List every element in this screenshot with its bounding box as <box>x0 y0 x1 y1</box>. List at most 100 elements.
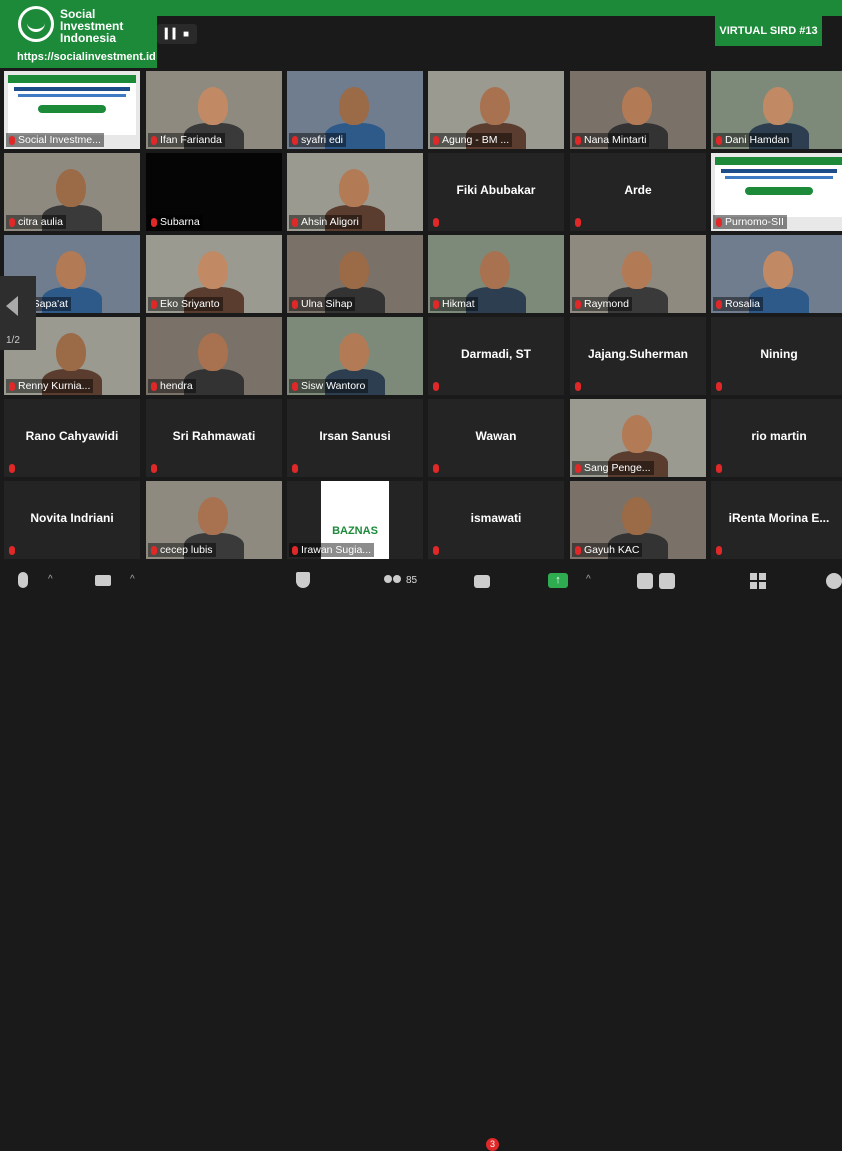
participant-tile[interactable]: Darmadi, ST <box>428 317 564 395</box>
chat-icon[interactable] <box>474 575 490 588</box>
participant-tile[interactable]: cecep lubis <box>146 481 282 559</box>
participant-name-label: Purnomo-SII <box>713 215 787 229</box>
participant-tile[interactable]: Rano Cahyawidi <box>4 399 140 477</box>
participant-video-face <box>480 251 510 289</box>
participant-tile[interactable]: Sri Rahmawati <box>146 399 282 477</box>
stop-icon[interactable] <box>659 573 675 589</box>
participant-name-label: Ifan Farianda <box>148 133 225 147</box>
participant-name-label: Subarna <box>148 215 203 229</box>
participant-name-label: hendra <box>148 379 196 393</box>
participant-tile[interactable]: Gayuh KAC <box>570 481 706 559</box>
participant-video-face <box>198 87 228 125</box>
microphone-icon[interactable] <box>18 572 28 588</box>
video-options-caret-icon[interactable]: ^ <box>130 574 135 585</box>
page-left-button[interactable]: 1/2 <box>0 276 36 350</box>
muted-mic-icon <box>433 546 439 555</box>
muted-mic-icon <box>716 382 722 391</box>
participant-tile[interactable]: Novita Indriani <box>4 481 140 559</box>
participants-icon[interactable] <box>384 575 402 587</box>
participant-tile[interactable]: Arde <box>570 153 706 231</box>
participant-name: Jajang.Suherman <box>587 347 689 361</box>
muted-mic-icon <box>575 382 581 391</box>
brand-logo-icon <box>18 6 54 42</box>
participant-tile[interactable]: Ulna Sihap <box>287 235 423 313</box>
participant-video-face <box>339 87 369 125</box>
audio-options-caret-icon[interactable]: ^ <box>48 574 53 585</box>
participant-tile[interactable]: Subarna <box>146 153 282 231</box>
participant-name-label: Raymond <box>572 297 632 311</box>
participant-video-face <box>622 415 652 453</box>
gallery-view-icon[interactable] <box>750 573 766 589</box>
participant-tile[interactable]: Ahsin Aligori <box>287 153 423 231</box>
participant-name-label: Sang Penge... <box>572 461 654 475</box>
participant-tile[interactable]: Nana Mintarti <box>570 71 706 149</box>
participant-name: Fiki Abubakar <box>456 183 536 197</box>
participant-video-face <box>763 87 793 125</box>
participant-tile[interactable]: BAZNAS Irawan Sugia... <box>287 481 423 559</box>
participant-name-label: Ulna Sihap <box>289 297 356 311</box>
participant-tile[interactable]: ismawati <box>428 481 564 559</box>
participant-tile[interactable]: Jajang.Suherman <box>570 317 706 395</box>
recording-controls[interactable] <box>637 573 679 589</box>
participant-tile[interactable]: Hikmat <box>428 235 564 313</box>
participant-video-face <box>339 251 369 289</box>
participant-name-label: Nana Mintarti <box>572 133 650 147</box>
participant-tile[interactable]: Raymond <box>570 235 706 313</box>
participant-name: Wawan <box>475 429 517 443</box>
participant-name-label: cecep lubis <box>148 543 216 557</box>
participant-tile[interactable]: Irsan Sanusi <box>287 399 423 477</box>
page-indicator: 1/2 <box>6 335 20 346</box>
chevron-left-icon <box>6 296 18 316</box>
participant-tile[interactable]: syafri edi <box>287 71 423 149</box>
participant-name-label: Rosalia <box>713 297 764 311</box>
participant-tile[interactable]: citra aulia <box>4 153 140 231</box>
participant-video-face <box>198 497 228 535</box>
participant-tile[interactable]: Eko Sriyanto <box>146 235 282 313</box>
participant-tile[interactable]: Dani Hamdan <box>711 71 842 149</box>
event-badge: VIRTUAL SIRD #13 <box>715 16 822 46</box>
participant-tile[interactable]: rio martin <box>711 399 842 477</box>
participant-name: ismawati <box>470 511 522 525</box>
participant-video-face <box>56 251 86 289</box>
share-options-caret-icon[interactable]: ^ <box>586 574 591 585</box>
muted-mic-icon <box>716 464 722 473</box>
pause-icon[interactable] <box>637 573 653 589</box>
participant-video-face <box>339 169 369 207</box>
participant-tile[interactable]: Social Investme... <box>4 71 140 149</box>
participant-video-face <box>339 333 369 371</box>
participant-video-face <box>198 333 228 371</box>
participant-video-face <box>622 497 652 535</box>
participant-tile[interactable]: Sang Penge... <box>570 399 706 477</box>
participant-name-label: Agung - BM ... <box>430 133 513 147</box>
brand-name: Social Investment Indonesia <box>60 7 124 45</box>
security-shield-icon[interactable] <box>296 572 310 588</box>
video-camera-icon[interactable] <box>95 575 111 586</box>
participant-name: rio martin <box>751 429 807 443</box>
share-screen-icon[interactable]: ↑ <box>548 573 568 588</box>
participant-tile[interactable]: Sisw Wantoro <box>287 317 423 395</box>
participant-tile[interactable]: iRenta Morina E... <box>711 481 842 559</box>
muted-mic-icon <box>9 546 15 555</box>
muted-mic-icon <box>9 464 15 473</box>
muted-mic-icon <box>716 546 722 555</box>
muted-mic-icon <box>292 464 298 473</box>
participant-tile[interactable]: Fiki Abubakar <box>428 153 564 231</box>
participant-video-face <box>198 251 228 289</box>
participant-name-label: Hikmat <box>430 297 478 311</box>
participant-name-label: syafri edi <box>289 133 347 147</box>
participant-name-label: citra aulia <box>6 215 66 229</box>
participant-tile[interactable]: Rosalia <box>711 235 842 313</box>
participant-name: Darmadi, ST <box>460 347 532 361</box>
participant-gallery: Social Investme... Ifan Farianda syafri ed… <box>4 71 842 561</box>
participant-tile[interactable]: Nining <box>711 317 842 395</box>
participant-tile[interactable]: Ifan Farianda <box>146 71 282 149</box>
participant-tile[interactable]: hendra <box>146 317 282 395</box>
view-controls[interactable]: ▍▍ ■ <box>157 24 197 44</box>
participant-tile[interactable]: Wawan <box>428 399 564 477</box>
reactions-icon[interactable] <box>826 573 842 589</box>
participant-tile[interactable]: Agung - BM ... <box>428 71 564 149</box>
participant-tile[interactable]: Purnomo-SII <box>711 153 842 231</box>
muted-mic-icon <box>433 464 439 473</box>
participant-name: Nining <box>760 347 798 361</box>
shared-slide-thumbnail <box>715 157 842 217</box>
